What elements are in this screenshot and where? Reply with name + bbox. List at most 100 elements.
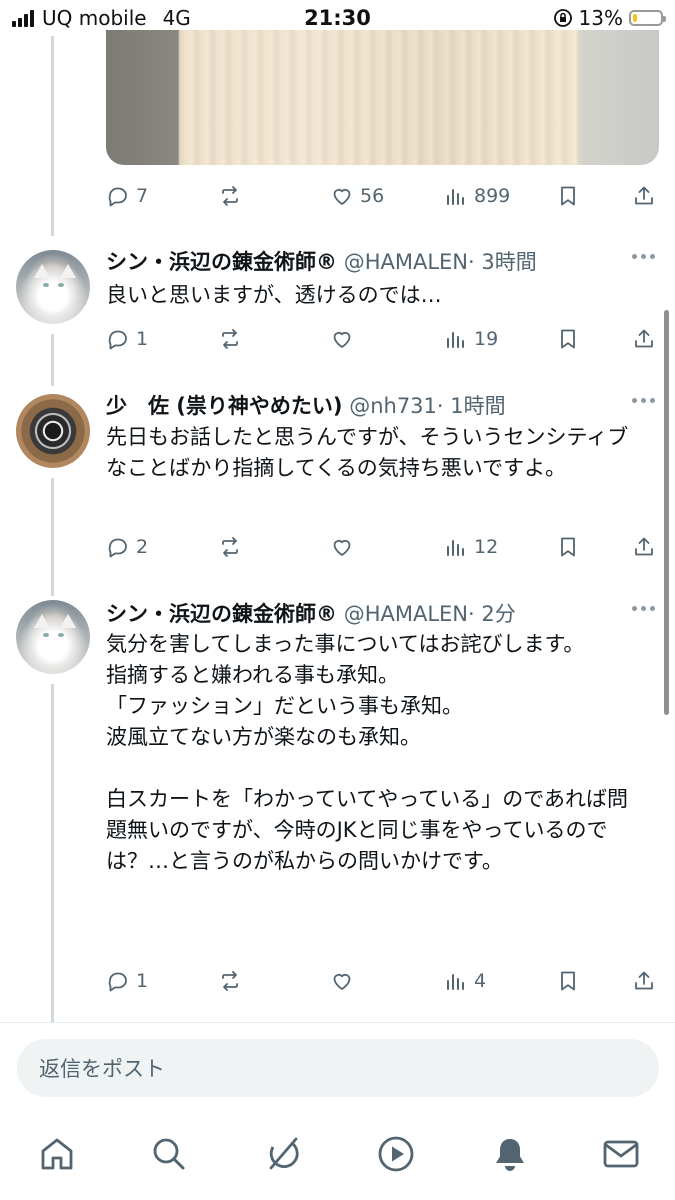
bookmark-button[interactable] <box>556 532 580 562</box>
reply-button[interactable]: 2 <box>106 532 148 562</box>
views-button[interactable]: 19 <box>444 324 498 354</box>
views-icon <box>447 189 464 205</box>
bookmark-icon <box>561 537 575 557</box>
tab-bar <box>0 1110 675 1200</box>
views-button[interactable]: 12 <box>444 532 498 562</box>
bookmark-button[interactable] <box>556 181 580 211</box>
author-handle[interactable]: @nh731 <box>349 394 437 418</box>
thread-line <box>51 684 54 1022</box>
retweet-button[interactable] <box>218 181 242 211</box>
tweet-media-image[interactable] <box>106 30 659 165</box>
thread-line <box>51 478 54 596</box>
retweet-icon <box>222 537 238 557</box>
heart-icon <box>333 188 351 205</box>
thread-line <box>51 36 54 236</box>
reply-count: 1 <box>136 328 149 350</box>
views-icon <box>447 540 464 556</box>
share-icon <box>635 186 653 205</box>
author-name[interactable]: シン・浜辺の錬金術師® <box>106 602 337 626</box>
tweet-header: 少 佐 (祟り神やめたい) @nh731· 1時間 <box>106 390 626 420</box>
retweet-icon <box>222 186 238 206</box>
avatar[interactable] <box>16 394 90 468</box>
avatar[interactable] <box>16 250 90 324</box>
reply-button[interactable]: 1 <box>106 324 148 354</box>
like-button[interactable]: 56 <box>330 181 384 211</box>
tweet-actions: 7 56 899 <box>106 181 656 211</box>
tweet-time: · 1時間 <box>436 394 506 418</box>
reply-input[interactable]: 返信をポスト <box>17 1039 659 1097</box>
views-count: 4 <box>474 970 487 992</box>
tweet-header: シン・浜辺の錬金術師® @HAMALEN· 2分 <box>106 598 626 628</box>
tweet-text: 先日もお話したと思うんですが、そういうセンシティブなことばかり指摘してくるの気持… <box>106 425 629 480</box>
views-button[interactable]: 4 <box>444 966 486 996</box>
reply-icon <box>108 187 127 207</box>
bookmark-icon <box>561 329 575 349</box>
tweet-time: · 3時間 <box>468 250 537 274</box>
tweet-text: 気分を害してしまった事についてはお詫びします。 指摘すると嫌われる事も承知。 「… <box>106 632 629 873</box>
divider <box>0 1022 675 1023</box>
tab-grok[interactable] <box>263 1134 303 1174</box>
share-icon <box>635 537 653 556</box>
author-name[interactable]: 少 佐 (祟り神やめたい) <box>106 394 343 418</box>
reply-icon <box>108 330 127 350</box>
reply-placeholder: 返信をポスト <box>39 1057 165 1081</box>
more-options-icon[interactable] <box>632 606 655 611</box>
messages-icon <box>603 1140 639 1168</box>
bookmark-icon <box>561 971 575 991</box>
views-count: 899 <box>474 185 511 207</box>
share-icon <box>635 971 653 990</box>
author-handle[interactable]: @HAMALEN <box>344 250 468 274</box>
tweet-time: · 2分 <box>468 602 516 626</box>
tweet-actions: 1 19 <box>106 324 656 354</box>
reply-button[interactable]: 7 <box>106 181 148 211</box>
author-name[interactable]: シン・浜辺の錬金術師® <box>106 250 337 274</box>
views-icon <box>447 332 464 348</box>
avatar[interactable] <box>16 600 90 674</box>
share-button[interactable] <box>632 181 656 211</box>
tab-messages[interactable] <box>601 1134 641 1174</box>
tab-video[interactable] <box>376 1134 416 1174</box>
author-handle[interactable]: @HAMALEN <box>344 602 468 626</box>
grok-icon <box>269 1137 299 1170</box>
retweet-button[interactable] <box>218 966 242 996</box>
retweet-button[interactable] <box>218 532 242 562</box>
tab-home[interactable] <box>37 1134 77 1174</box>
share-button[interactable] <box>632 324 656 354</box>
reply-button[interactable]: 1 <box>106 966 148 996</box>
views-count: 19 <box>474 328 499 350</box>
share-button[interactable] <box>632 532 656 562</box>
like-button[interactable] <box>330 966 354 996</box>
more-options-icon[interactable] <box>632 254 655 259</box>
heart-icon <box>333 973 351 990</box>
reply-count: 7 <box>136 185 149 207</box>
reply-count: 2 <box>136 536 149 558</box>
retweet-icon <box>222 329 238 349</box>
search-icon <box>153 1138 185 1170</box>
tab-notifications[interactable] <box>490 1134 530 1174</box>
views-icon <box>447 974 464 990</box>
retweet-button[interactable] <box>218 324 242 354</box>
battery-icon <box>629 10 666 26</box>
battery-percent: 13% <box>578 6 623 30</box>
like-count: 56 <box>360 185 385 207</box>
retweet-icon <box>222 971 238 991</box>
views-count: 12 <box>474 536 499 558</box>
views-button[interactable]: 899 <box>444 181 510 211</box>
scrollbar[interactable] <box>664 310 669 715</box>
like-button[interactable] <box>330 532 354 562</box>
heart-icon <box>333 539 351 556</box>
bookmark-button[interactable] <box>556 966 580 996</box>
share-icon <box>635 329 653 348</box>
notifications-icon <box>496 1139 524 1171</box>
reply-icon <box>108 538 127 558</box>
like-button[interactable] <box>330 324 354 354</box>
tweet-header: シン・浜辺の錬金術師® @HAMALEN· 3時間 <box>106 246 626 276</box>
orientation-lock-icon <box>553 9 572 27</box>
more-options-icon[interactable] <box>632 398 655 403</box>
heart-icon <box>333 331 351 348</box>
share-button[interactable] <box>632 966 656 996</box>
tab-search[interactable] <box>149 1134 189 1174</box>
tweet-actions: 1 4 <box>106 966 656 996</box>
bookmark-icon <box>561 186 575 206</box>
bookmark-button[interactable] <box>556 324 580 354</box>
